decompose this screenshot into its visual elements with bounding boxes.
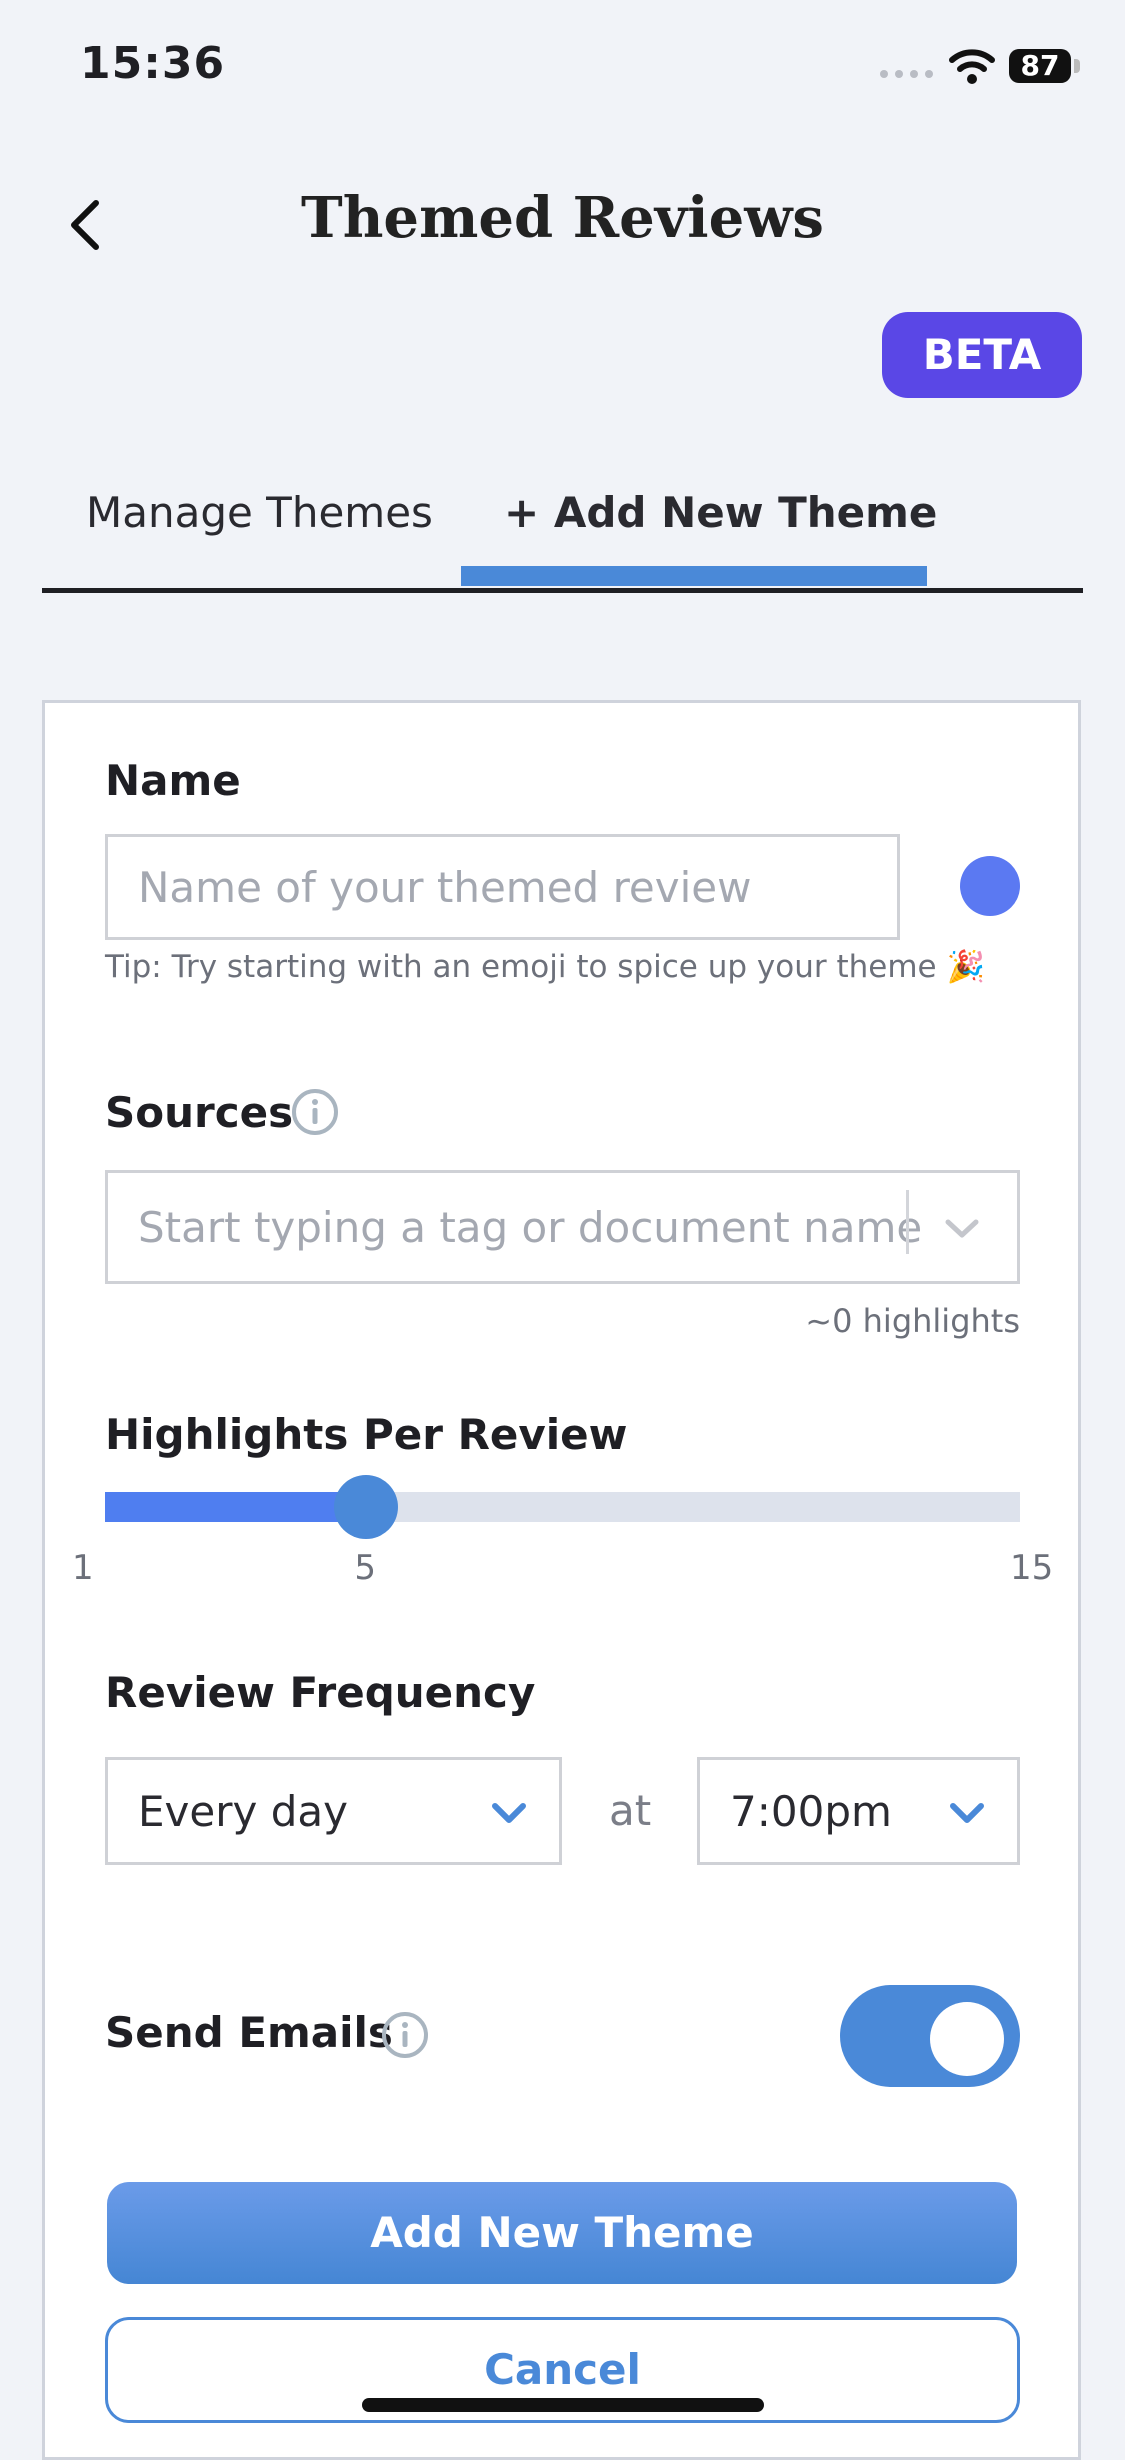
name-label: Name bbox=[105, 756, 241, 805]
active-tab-indicator bbox=[461, 566, 927, 586]
tabs-divider bbox=[42, 588, 1083, 593]
toggle-knob bbox=[930, 2002, 1004, 2076]
highlights-slider-fill bbox=[105, 1492, 367, 1522]
highlights-slider-thumb[interactable] bbox=[334, 1475, 399, 1539]
chevron-down-icon bbox=[492, 1803, 526, 1823]
chevron-down-icon bbox=[950, 1803, 984, 1823]
theme-name-input[interactable]: Name of your themed review bbox=[105, 834, 900, 940]
slider-max-label: 15 bbox=[1010, 1548, 1054, 1588]
review-frequency-label: Review Frequency bbox=[105, 1668, 536, 1717]
highlights-count: ~0 highlights bbox=[805, 1302, 1020, 1340]
sources-info-icon[interactable] bbox=[290, 1087, 340, 1137]
battery-nub bbox=[1074, 59, 1080, 73]
home-indicator bbox=[362, 2398, 764, 2412]
sources-search-input[interactable]: Start typing a tag or document name bbox=[105, 1170, 1020, 1284]
chevron-down-icon[interactable] bbox=[940, 1208, 984, 1248]
theme-name-placeholder: Name of your themed review bbox=[138, 862, 752, 912]
page-title: Themed Reviews bbox=[301, 185, 824, 251]
beta-badge: BETA bbox=[882, 312, 1082, 398]
frequency-select[interactable]: Every day bbox=[105, 1757, 562, 1865]
status-time: 15:36 bbox=[80, 38, 226, 89]
at-label: at bbox=[609, 1786, 652, 1835]
tab-add-new-theme[interactable]: + Add New Theme bbox=[504, 488, 937, 537]
sources-label: Sources bbox=[105, 1088, 294, 1137]
slider-min-label: 1 bbox=[72, 1548, 94, 1588]
send-emails-info-icon[interactable] bbox=[380, 2010, 430, 2060]
wifi-icon bbox=[949, 49, 995, 84]
cellular-signal-icon bbox=[880, 70, 933, 78]
time-value: 7:00pm bbox=[730, 1786, 892, 1836]
slider-value-label: 5 bbox=[354, 1548, 377, 1588]
send-emails-label: Send Emails bbox=[105, 2008, 393, 2057]
name-tip: Tip: Try starting with an emoji to spice… bbox=[105, 949, 986, 985]
sources-placeholder: Start typing a tag or document name bbox=[138, 1202, 923, 1252]
sources-divider bbox=[906, 1190, 909, 1254]
tab-manage-themes[interactable]: Manage Themes bbox=[86, 488, 433, 537]
battery-icon: 87 bbox=[1009, 49, 1071, 83]
frequency-value: Every day bbox=[138, 1786, 348, 1836]
add-new-theme-button[interactable]: Add New Theme bbox=[107, 2182, 1017, 2284]
highlights-per-review-label: Highlights Per Review bbox=[105, 1410, 628, 1459]
theme-color-picker[interactable] bbox=[960, 856, 1020, 916]
time-select[interactable]: 7:00pm bbox=[697, 1757, 1020, 1865]
